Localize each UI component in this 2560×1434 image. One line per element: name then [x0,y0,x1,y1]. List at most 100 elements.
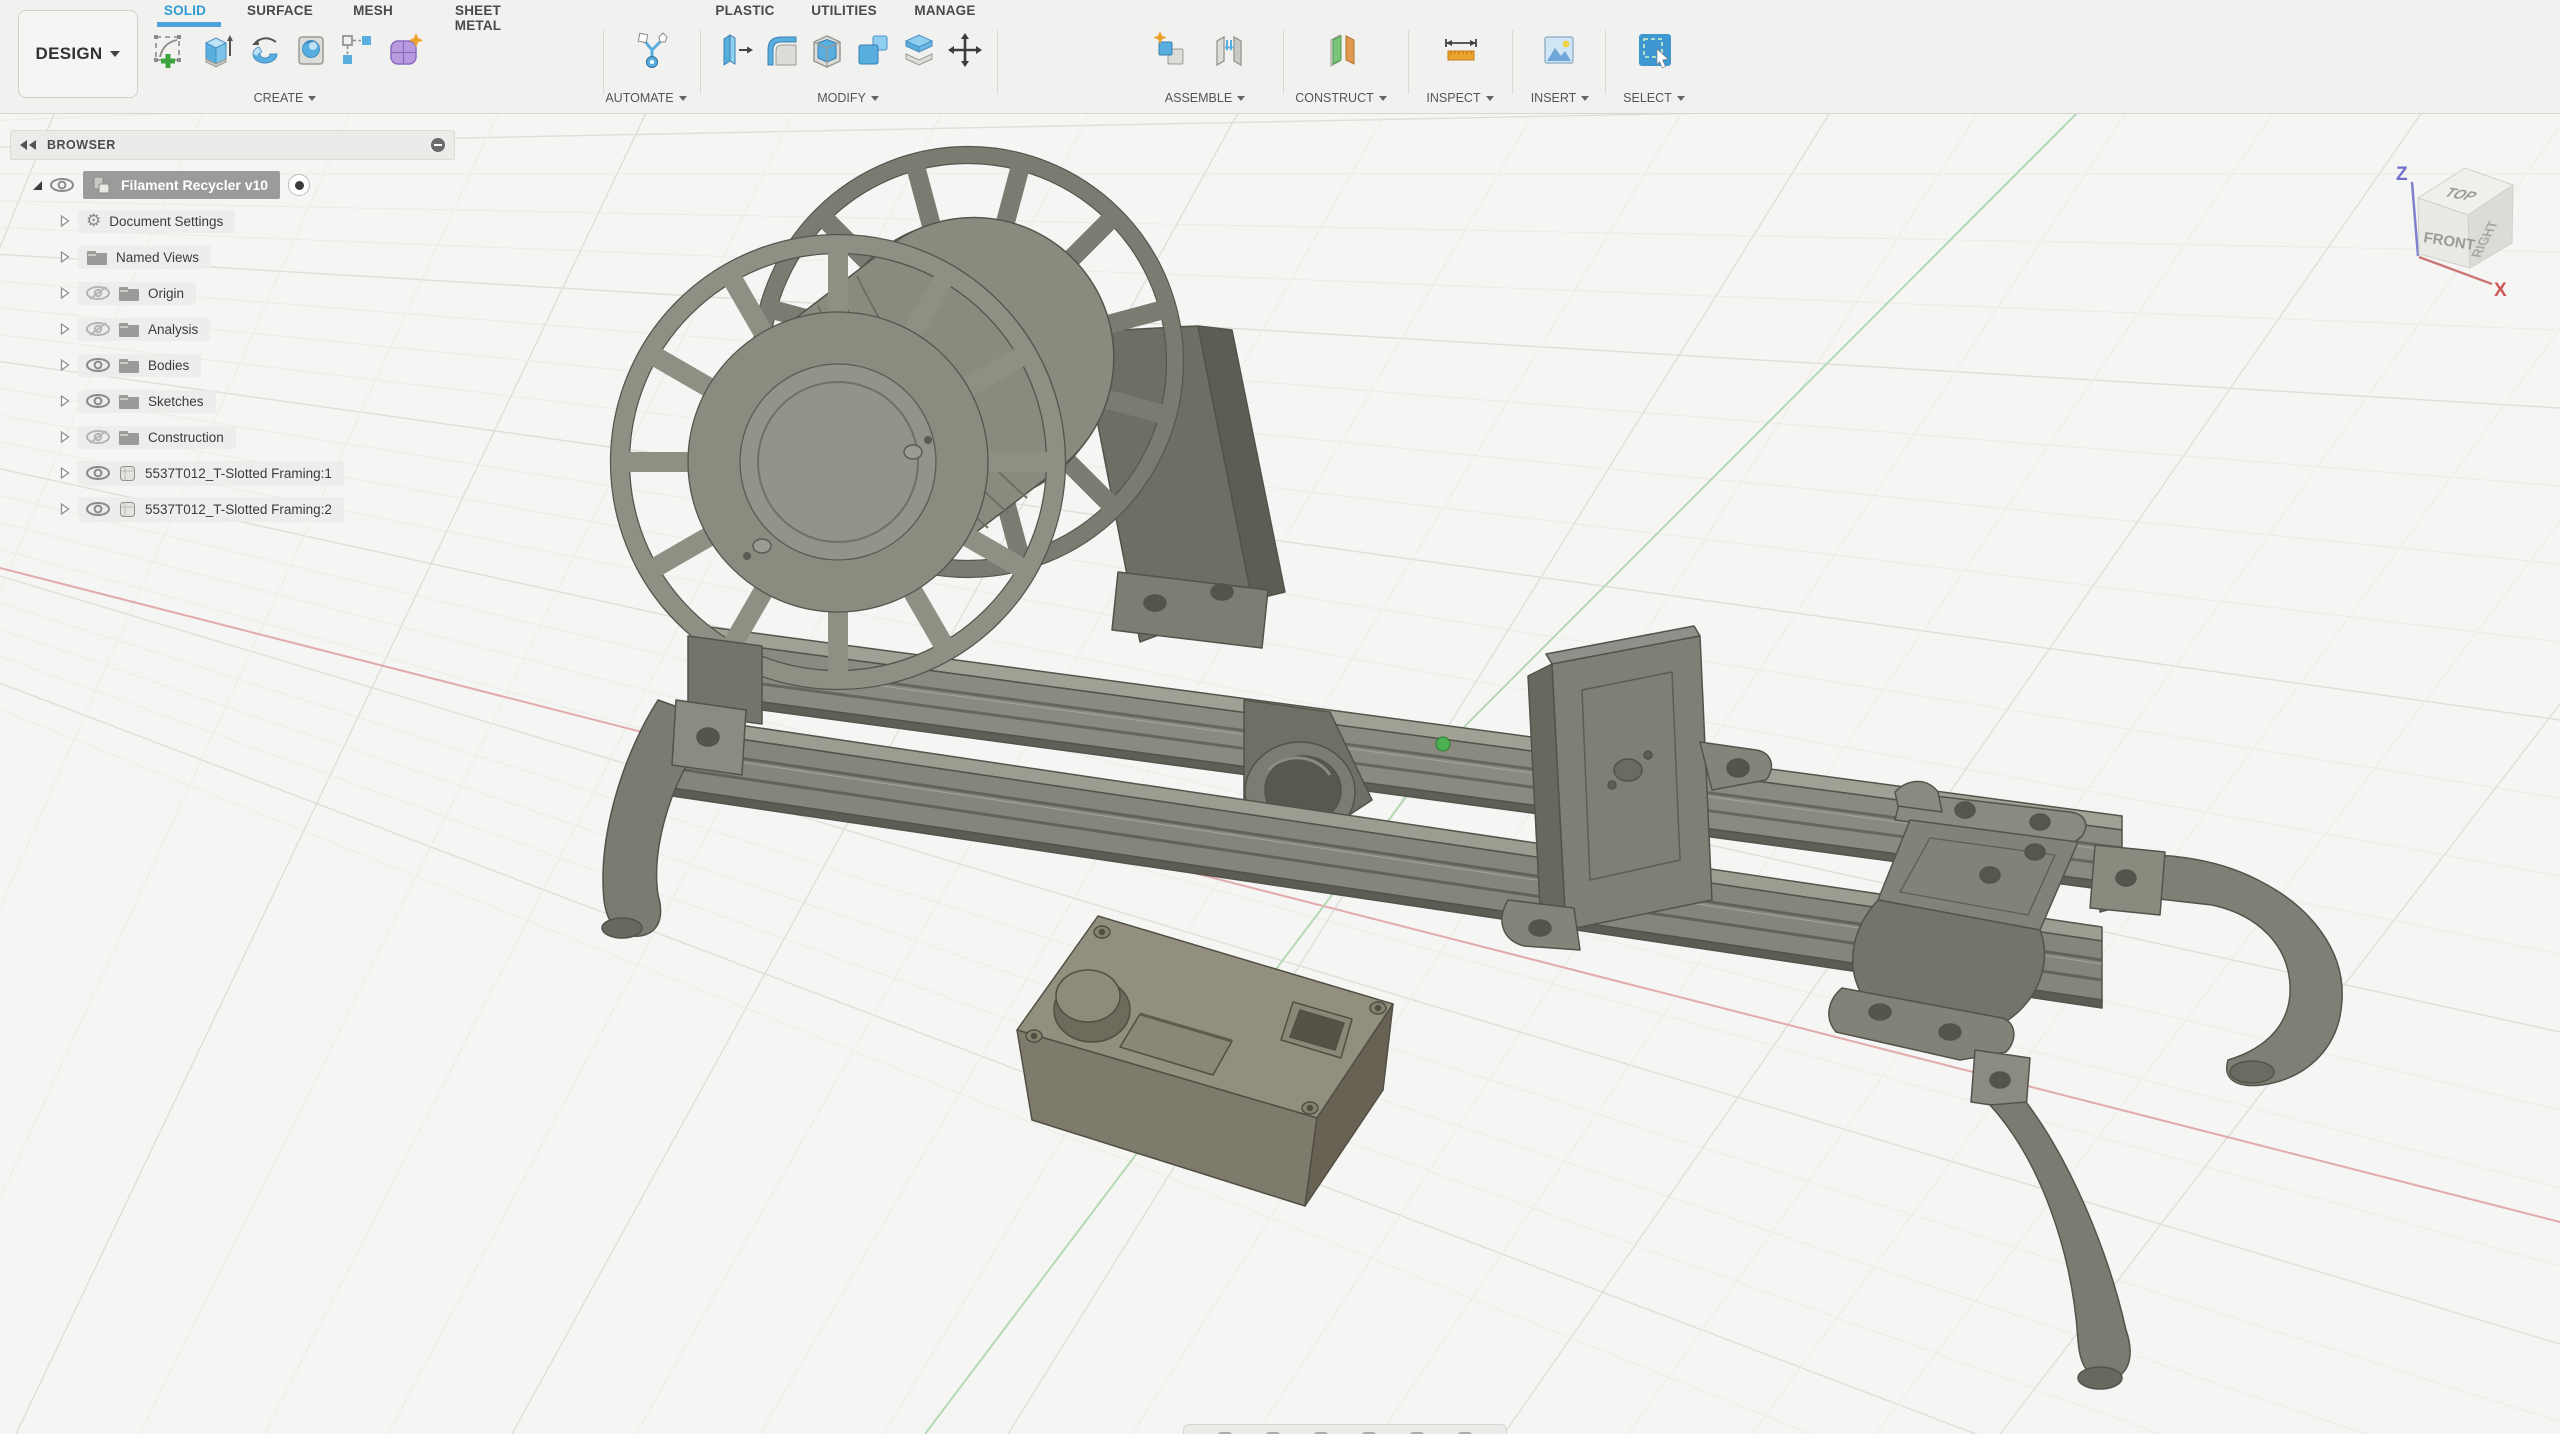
toolbar-separator [603,30,604,94]
move-copy-icon [945,30,985,70]
measure-button[interactable] [1438,30,1484,82]
construct-plane-button[interactable] [1320,30,1366,82]
browser-row[interactable]: Origin [58,278,196,308]
browser-row[interactable]: Analysis [58,314,210,344]
expand-arrow-icon[interactable] [58,323,72,335]
measure-icon [1441,30,1481,70]
visibility-eye-icon[interactable] [86,466,110,480]
split-body-icon [899,30,939,70]
toolbar-separator [1605,30,1606,94]
visibility-eye-icon[interactable] [86,394,110,408]
browser-row[interactable]: Sketches [58,386,216,416]
automate-button[interactable] [630,30,676,82]
visibility-eye-icon[interactable] [86,502,110,516]
visibility-hidden-icon[interactable] [86,286,110,300]
expanded-arrow-icon[interactable] [30,180,44,191]
group-select[interactable]: SELECT [1600,89,1708,107]
toolbar: DESIGN SOLID SURFACE MESH SHEET METAL PL… [0,0,2560,114]
new-component-button[interactable] [1148,30,1194,82]
create-form-icon [385,30,425,70]
fillet-icon [761,30,801,70]
create-sketch-button[interactable] [146,30,192,82]
group-automate[interactable]: AUTOMATE [580,89,712,107]
expand-arrow-icon[interactable] [58,359,72,371]
joint-icon [1209,30,1249,70]
toolbar-separator [997,30,998,94]
browser-row[interactable]: Construction [58,422,236,452]
browser-row[interactable]: 5537T012_T-Slotted Framing:2 [58,494,344,524]
group-modify[interactable]: MODIFY [778,89,918,107]
insert-image-icon [1539,30,1579,70]
tab-manage[interactable]: MANAGE [908,3,982,25]
spool-front-flange[interactable] [611,235,1066,690]
browser-row[interactable]: Named Views [58,242,211,272]
press-pull-button[interactable] [712,30,758,82]
visibility-eye-icon[interactable] [50,178,74,192]
collapse-panel-icon[interactable] [19,139,37,151]
component-icon [118,464,137,483]
pattern-button[interactable] [334,30,380,82]
gear-icon: ⚙ [86,213,101,230]
expand-arrow-icon[interactable] [58,251,72,263]
expand-arrow-icon[interactable] [58,431,72,443]
combine-button[interactable] [850,30,896,82]
root-component-row[interactable]: Filament Recycler v10 [83,171,280,199]
insert-button[interactable] [1536,30,1582,82]
navigation-bar[interactable] [1183,1424,1507,1434]
tab-utilities[interactable]: UTILITIES [806,3,882,25]
folder-icon [118,357,140,374]
browser-header[interactable]: BROWSER [10,130,455,160]
chevron-down-icon [1237,96,1245,101]
browser-row[interactable]: Bodies [58,350,201,380]
browser-row-root[interactable]: Filament Recycler v10 [30,170,310,200]
joint-button[interactable] [1206,30,1252,82]
revolve-icon [245,30,285,70]
chevron-down-icon [110,51,120,57]
move-copy-button[interactable] [942,30,988,82]
expand-arrow-icon[interactable] [58,503,72,515]
select-button[interactable] [1632,30,1678,82]
active-tab-underline [157,22,221,27]
expand-arrow-icon[interactable] [58,287,72,299]
group-automate-label: AUTOMATE [605,91,673,105]
control-box[interactable] [1017,916,1393,1206]
visibility-hidden-icon[interactable] [86,430,110,444]
tab-plastic[interactable]: PLASTIC [710,3,780,25]
z-axis-indicator [2412,182,2418,256]
split-body-button[interactable] [896,30,942,82]
expand-arrow-icon[interactable] [58,215,72,227]
tab-sheet-metal[interactable]: SHEET METAL [430,3,526,25]
extrude-button[interactable] [194,30,240,82]
visibility-hidden-icon[interactable] [86,322,110,336]
viewport-3d[interactable]: TOP FRONT RIGHT Z X [0,0,2560,1434]
tab-surface[interactable]: SURFACE [244,3,316,25]
rear-hook-leg[interactable] [2090,845,2342,1086]
filament-recycler-model[interactable] [602,147,2342,1390]
group-create[interactable]: CREATE [210,89,360,107]
automate-icon [633,30,673,70]
create-sketch-icon [149,30,189,70]
fillet-button[interactable] [758,30,804,82]
browser-row[interactable]: ⚙ Document Settings [58,206,235,236]
group-assemble[interactable]: ASSEMBLE [1135,89,1275,107]
group-construct[interactable]: CONSTRUCT [1276,89,1406,107]
expand-arrow-icon[interactable] [58,395,72,407]
revolve-button[interactable] [242,30,288,82]
shell-button[interactable] [804,30,850,82]
right-front-leg[interactable] [1971,1050,2130,1389]
active-component-radio[interactable] [288,174,310,196]
tab-mesh[interactable]: MESH [345,3,401,25]
view-cube[interactable]: TOP FRONT RIGHT Z X [2396,164,2513,301]
shell-icon [807,30,847,70]
expand-arrow-icon[interactable] [58,467,72,479]
visibility-eye-icon[interactable] [86,358,110,372]
browser-row[interactable]: 5537T012_T-Slotted Framing:1 [58,458,344,488]
workspace-selector[interactable]: DESIGN [18,10,138,98]
group-create-label: CREATE [254,91,304,105]
rectangular-pattern-icon [337,30,377,70]
display-settings-icon[interactable] [430,137,446,153]
folder-icon [118,393,140,410]
hole-button[interactable] [288,30,334,82]
origin-point[interactable] [1436,737,1450,751]
form-button[interactable] [382,30,428,82]
